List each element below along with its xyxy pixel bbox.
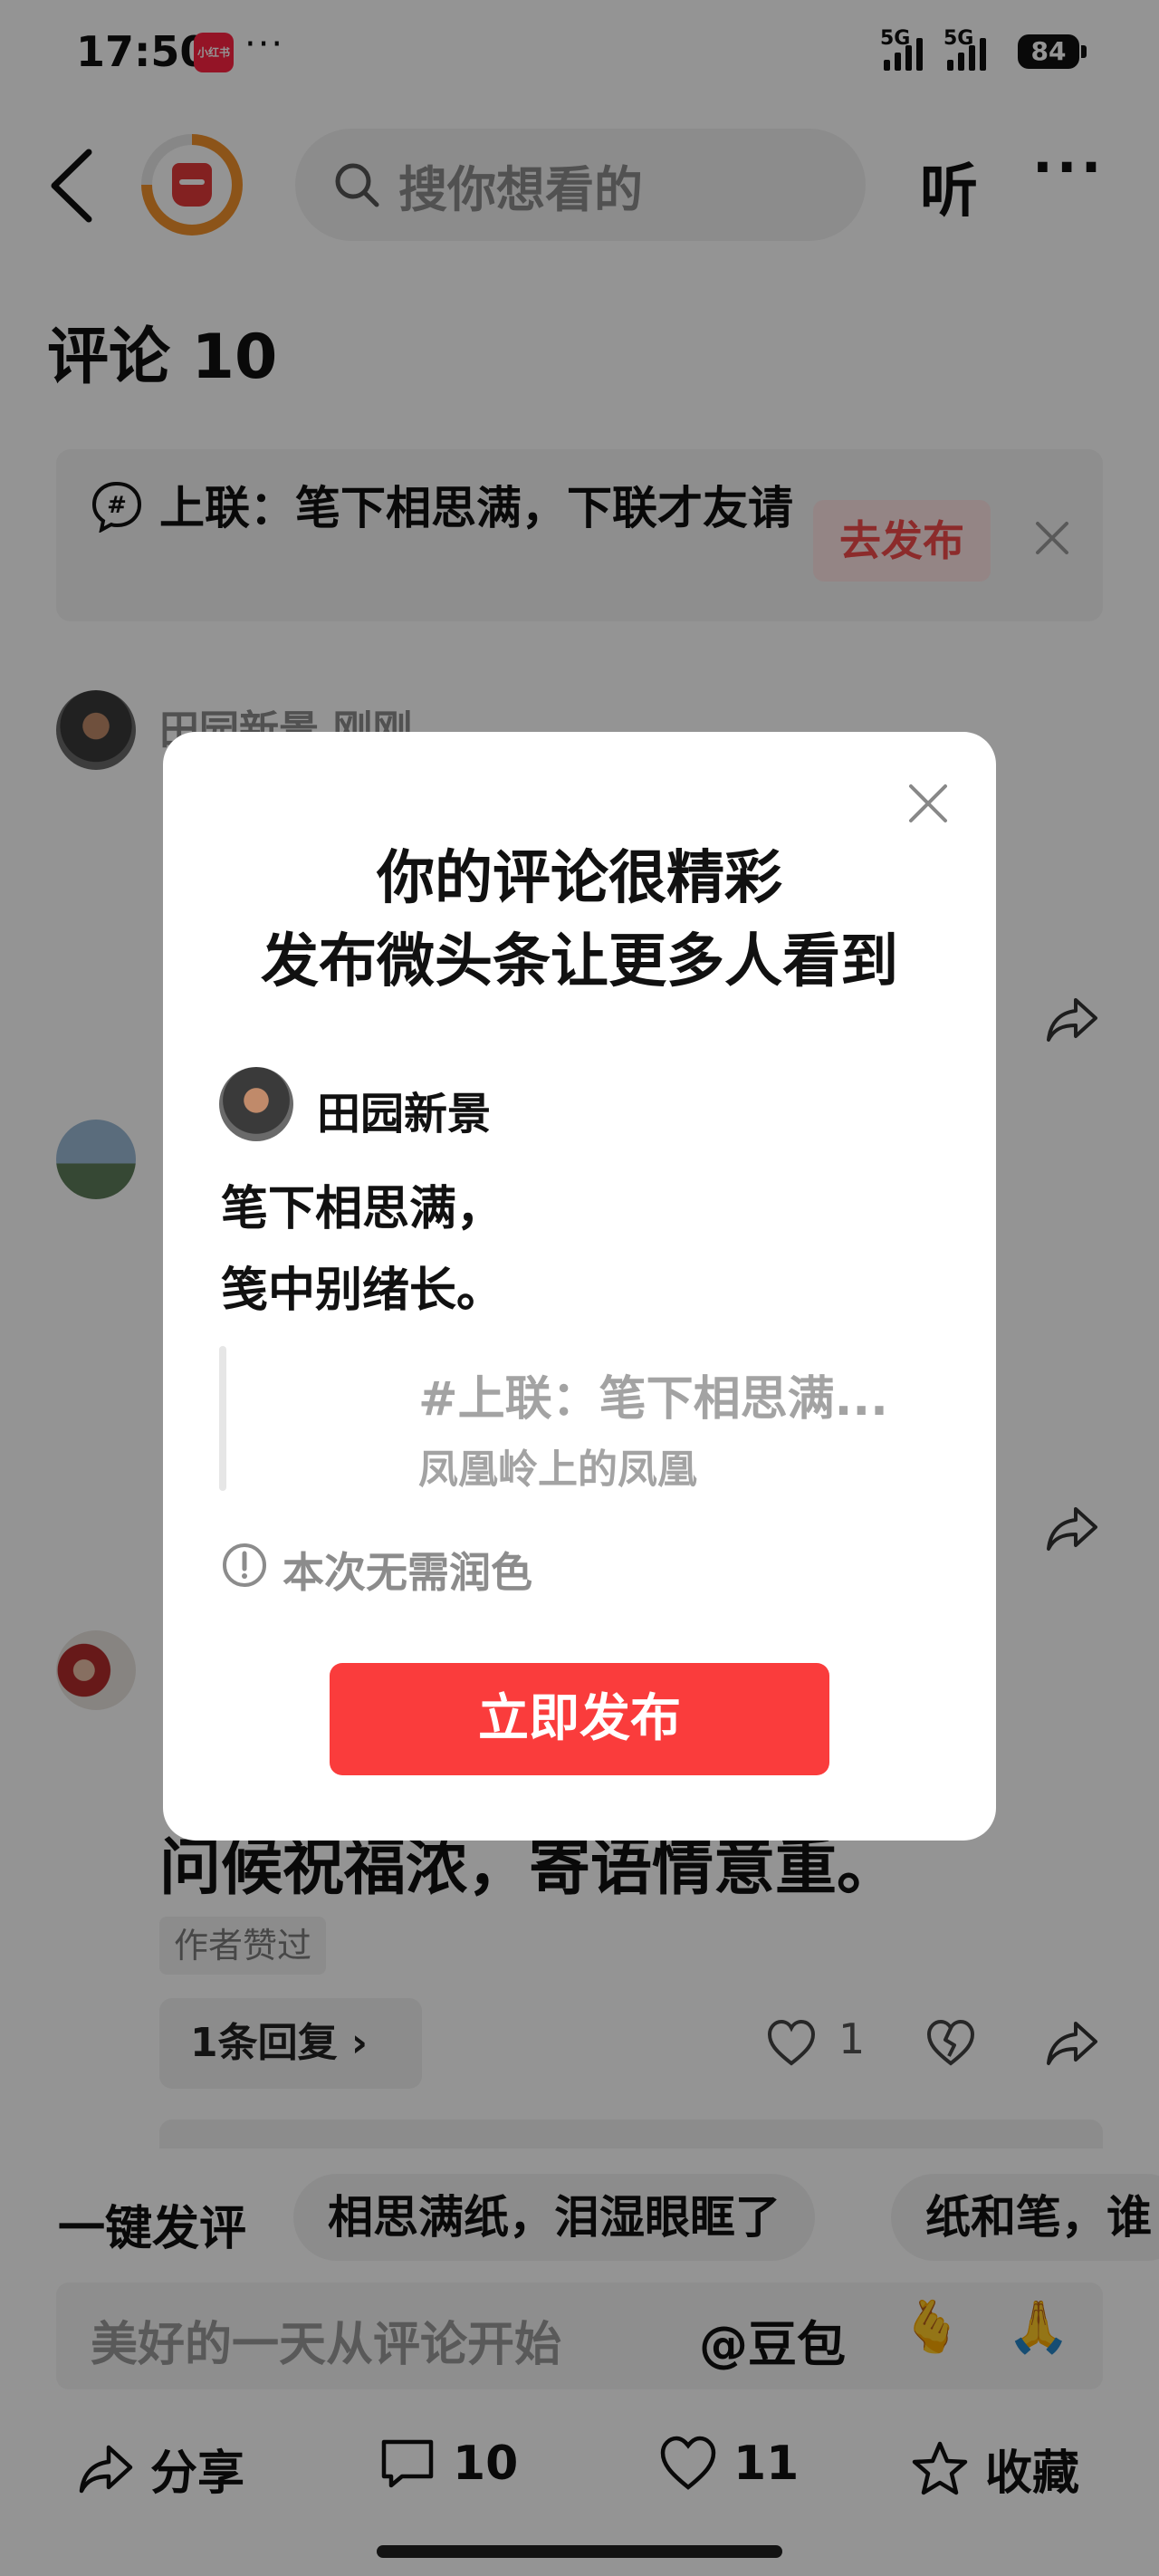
no-polish-notice: 本次无需润色 (283, 1548, 532, 1597)
dialog-username: 田园新景 (317, 1089, 492, 1139)
quote-source: 凤凰岭上的凤凰 (418, 1447, 697, 1493)
quote-title: #上联：笔下相思满... (418, 1372, 888, 1427)
dialog-subtitle: 发布微头条让更多人看到 (261, 928, 898, 995)
info-circle-icon (223, 1543, 266, 1587)
dialog-title: 你的评论很精彩 (377, 845, 782, 912)
dialog-verse-line: 笔下相思满， (221, 1182, 504, 1236)
close-icon[interactable] (905, 781, 951, 826)
page: 17:50 小红书 ··· 5G 5G 84 搜你想看的 听 ··· 评论 10… (0, 0, 1159, 2576)
publish-now-button[interactable]: 立即发布 (330, 1663, 829, 1775)
avatar (219, 1067, 293, 1141)
dialog-verse-line: 笺中别绪长。 (221, 1264, 504, 1318)
quote-bar (219, 1346, 226, 1491)
